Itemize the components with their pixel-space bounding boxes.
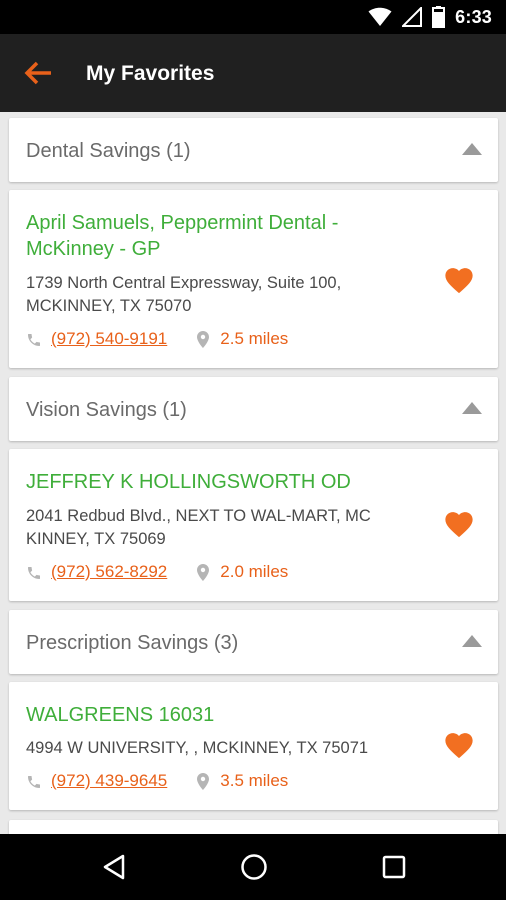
provider-name[interactable]: WALGREENS 16031 (26, 702, 416, 728)
app-bar: My Favorites (0, 34, 506, 112)
provider-card-dental[interactable]: April Samuels, Peppermint Dental - McKin… (9, 190, 498, 368)
navigation-bar (0, 834, 506, 900)
status-bar: 6:33 (0, 0, 506, 34)
provider-card-prescription[interactable]: WALGREENS 16031 4994 W UNIVERSITY, , MCK… (9, 682, 498, 810)
phone-icon (28, 775, 40, 788)
section-header-dental[interactable]: Dental Savings (1) (9, 118, 498, 182)
provider-name[interactable]: April Samuels, Peppermint Dental - McKin… (26, 210, 416, 262)
wifi-icon (368, 7, 392, 26)
favorites-list[interactable]: Dental Savings (1) April Samuels, Pepper… (0, 112, 506, 834)
distance: 3.5 miles (220, 771, 289, 790)
page-title: My Favorites (86, 62, 215, 85)
status-icons: 6:33 (368, 0, 492, 34)
address-line-2: KINNEY, TX 75069 (26, 530, 166, 548)
status-time: 6:33 (455, 6, 492, 27)
phone-link[interactable]: (972) 540-9191 (51, 329, 167, 349)
distance: 2.0 miles (220, 562, 289, 581)
recents-square-icon (382, 855, 406, 879)
provider-address: 2041 Redbud Blvd., NEXT TO WAL-MART, MC … (26, 505, 426, 551)
phone-link[interactable]: (972) 439-9645 (51, 771, 167, 791)
location-pin-icon (197, 563, 210, 581)
section-title: Vision Savings (1) (26, 399, 187, 421)
section-header-vision[interactable]: Vision Savings (1) (9, 377, 498, 441)
provider-address: 4994 W UNIVERSITY, , MCKINNEY, TX 75071 (26, 737, 426, 760)
collapse-arrow-icon[interactable] (462, 142, 482, 156)
address-line-1: 4994 W UNIVERSITY, , MCKINNEY, TX 75071 (26, 739, 369, 757)
back-triangle-icon (103, 854, 125, 880)
provider-card-next[interactable] (9, 820, 498, 834)
collapse-arrow-icon[interactable] (462, 634, 482, 648)
cell-signal-icon (402, 7, 423, 27)
address-line-2: MCKINNEY, TX 75070 (26, 297, 192, 315)
address-line-1: 1739 North Central Expressway, Suite 100… (26, 274, 342, 292)
phone-link[interactable]: (972) 562-8292 (51, 562, 167, 582)
contact-row: (972) 439-9645 3.5 miles (26, 769, 288, 793)
contact-row: (972) 562-8292 2.0 miles (26, 560, 288, 584)
phone-icon (28, 566, 40, 579)
nav-back-button[interactable] (84, 834, 144, 900)
location-pin-icon (197, 330, 210, 348)
favorite-heart-icon[interactable] (442, 264, 476, 294)
contact-row: (972) 540-9191 2.5 miles (26, 327, 288, 351)
distance: 2.5 miles (220, 329, 289, 348)
battery-icon (432, 6, 446, 28)
location-pin-icon (197, 772, 210, 790)
provider-name[interactable]: JEFFREY K HOLLINGSWORTH OD (26, 469, 416, 495)
section-title: Prescription Savings (3) (26, 632, 239, 654)
collapse-arrow-icon[interactable] (462, 401, 482, 415)
section-title: Dental Savings (1) (26, 140, 191, 162)
nav-home-button[interactable] (224, 834, 284, 900)
provider-card-vision[interactable]: JEFFREY K HOLLINGSWORTH OD 2041 Redbud B… (9, 449, 498, 601)
favorite-heart-icon[interactable] (442, 729, 476, 759)
back-button[interactable] (20, 56, 56, 90)
nav-recents-button[interactable] (364, 834, 424, 900)
favorite-heart-icon[interactable] (442, 508, 476, 538)
home-circle-icon (241, 854, 267, 880)
provider-address: 1739 North Central Expressway, Suite 100… (26, 272, 426, 318)
address-line-1: 2041 Redbud Blvd., NEXT TO WAL-MART, MC (26, 507, 371, 525)
arrow-left-icon (24, 61, 51, 85)
section-header-prescription[interactable]: Prescription Savings (3) (9, 610, 498, 674)
phone-icon (28, 333, 40, 346)
